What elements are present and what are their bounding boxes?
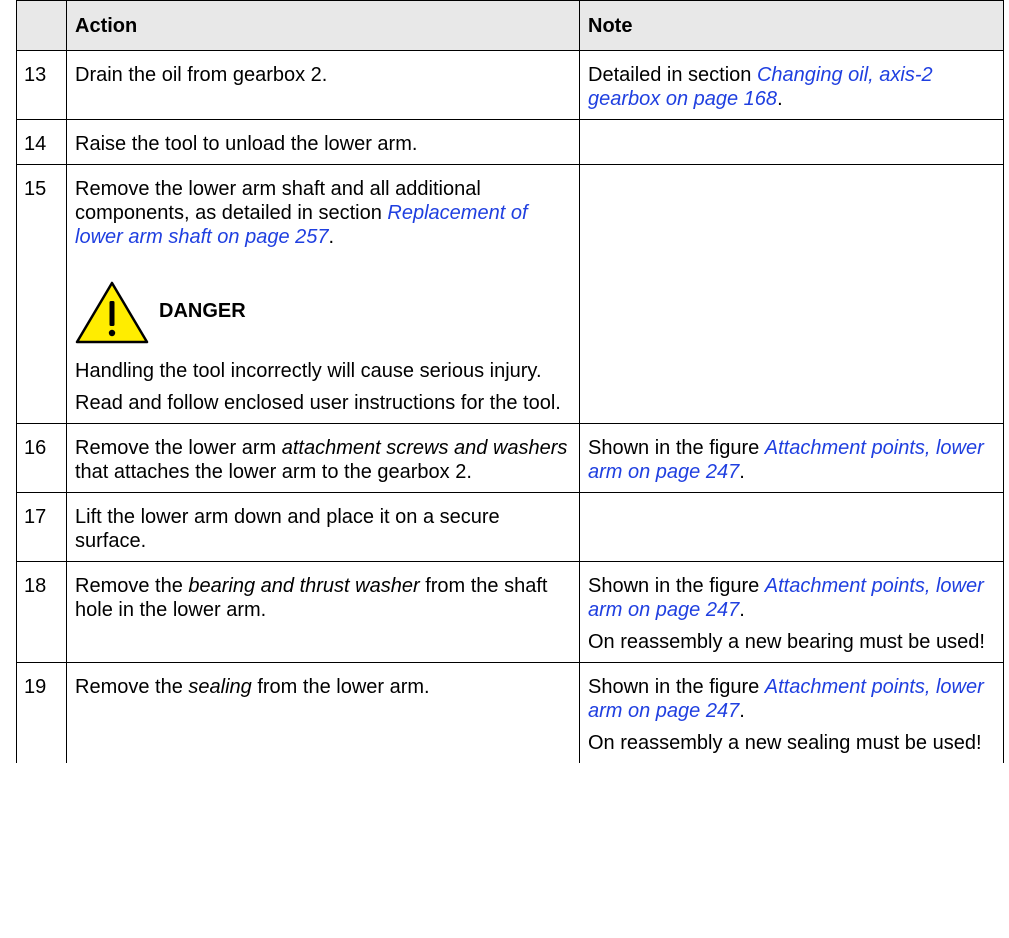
note-warning-text: On reassembly a new sealing must be used… <box>588 731 995 755</box>
step-number: 19 <box>16 662 67 763</box>
text-run: . <box>328 226 335 248</box>
text-run: Lift the lower arm down and place it on … <box>75 506 500 552</box>
action-text: Lift the lower arm down and place it on … <box>75 505 571 553</box>
warning-triangle-icon <box>75 281 149 344</box>
action-text: Remove the lower arm shaft and all addit… <box>75 177 571 249</box>
table-body: 13 Drain the oil from gearbox 2. Detailed … <box>16 50 1004 763</box>
text-run: . <box>739 599 745 621</box>
table-row: 14 Raise the tool to unload the lower arm… <box>16 119 1004 165</box>
table-row: 19 Remove the sealing from the lower arm.… <box>16 662 1004 763</box>
action-text: Remove the sealing from the lower arm. <box>75 675 571 699</box>
emphasis-text: sealing <box>188 676 252 698</box>
table-row: 15 Remove the lower arm shaft and all add… <box>16 164 1004 424</box>
text-run: from the lower arm. <box>251 676 430 698</box>
text-run: On reassembly a new sealing must be used… <box>588 732 982 754</box>
text-run: Shown in the figure <box>588 676 765 698</box>
table-row: 13 Drain the oil from gearbox 2. Detailed … <box>16 50 1004 120</box>
action-text: Remove the bearing and thrust washer fro… <box>75 574 571 622</box>
note-cell: Detailed in section Changing oil, axis-2… <box>579 50 1004 120</box>
step-number: 13 <box>16 50 67 120</box>
text-run: Drain the oil from gearbox 2. <box>75 64 328 86</box>
note-warning-text: On reassembly a new bearing must be used… <box>588 630 995 654</box>
action-text: Drain the oil from gearbox 2. <box>75 63 571 87</box>
step-column-header <box>16 0 67 51</box>
action-cell: Raise the tool to unload the lower arm. <box>66 119 580 165</box>
text-run: . <box>777 88 783 110</box>
note-text: Shown in the figure Attachment points, l… <box>588 675 995 723</box>
note-text: Detailed in section Changing oil, axis-2… <box>588 63 995 111</box>
danger-box: DANGER <box>74 279 571 345</box>
text-run: . <box>739 461 745 483</box>
note-cell <box>579 119 1004 165</box>
danger-label: DANGER <box>159 300 246 322</box>
action-text: Remove the lower arm attachment screws a… <box>75 436 571 484</box>
emphasis-text: bearing and thrust washer <box>188 575 420 597</box>
table-header-row: Action Note <box>16 0 1004 51</box>
note-cell: Shown in the figure Attachment points, l… <box>579 662 1004 763</box>
step-number: 18 <box>16 561 67 663</box>
action-cell: Drain the oil from gearbox 2. <box>66 50 580 120</box>
text-run: Shown in the figure <box>588 437 765 459</box>
action-column-header: Action <box>66 0 580 51</box>
action-text: Raise the tool to unload the lower arm. <box>75 132 571 156</box>
step-number: 14 <box>16 119 67 165</box>
step-number: 16 <box>16 423 67 493</box>
action-cell: Remove the bearing and thrust washer fro… <box>66 561 580 663</box>
note-cell: Shown in the figure Attachment points, l… <box>579 423 1004 493</box>
action-cell: Remove the sealing from the lower arm. <box>66 662 580 763</box>
text-run: Shown in the figure <box>588 575 765 597</box>
text-run: On reassembly a new bearing must be used… <box>588 631 985 653</box>
note-cell <box>579 492 1004 562</box>
text-run: Raise the tool to unload the lower arm. <box>75 133 418 155</box>
step-number: 15 <box>16 164 67 424</box>
note-text: Shown in the figure Attachment points, l… <box>588 574 995 622</box>
table-row: 18 Remove the bearing and thrust washer f… <box>16 561 1004 663</box>
note-text: Shown in the figure Attachment points, l… <box>588 436 995 484</box>
text-run: Remove the lower arm <box>75 437 282 459</box>
text-run: Detailed in section <box>588 64 757 86</box>
procedure-table: Action Note 13 Drain the oil from gearbox… <box>16 0 1004 763</box>
text-run: that attaches the lower arm to the gearb… <box>75 461 472 483</box>
note-column-header: Note <box>579 0 1004 51</box>
text-run: . <box>739 700 745 722</box>
text-run: Remove the <box>75 676 189 698</box>
action-cell: Remove the lower arm shaft and all addit… <box>66 164 580 424</box>
action-cell: Remove the lower arm attachment screws a… <box>66 423 580 493</box>
emphasis-text: attachment screws and washers <box>281 437 568 459</box>
text-run: Remove the <box>75 575 189 597</box>
table-row: 16 Remove the lower arm attachment screws… <box>16 423 1004 493</box>
note-cell <box>579 164 1004 424</box>
note-cell: Shown in the figure Attachment points, l… <box>579 561 1004 663</box>
danger-text: Handling the tool incorrectly will cause… <box>75 360 542 382</box>
action-cell: Lift the lower arm down and place it on … <box>66 492 580 562</box>
step-number: 17 <box>16 492 67 562</box>
danger-text: Read and follow enclosed user instructio… <box>75 392 561 414</box>
table-row: 17 Lift the lower arm down and place it o… <box>16 492 1004 562</box>
